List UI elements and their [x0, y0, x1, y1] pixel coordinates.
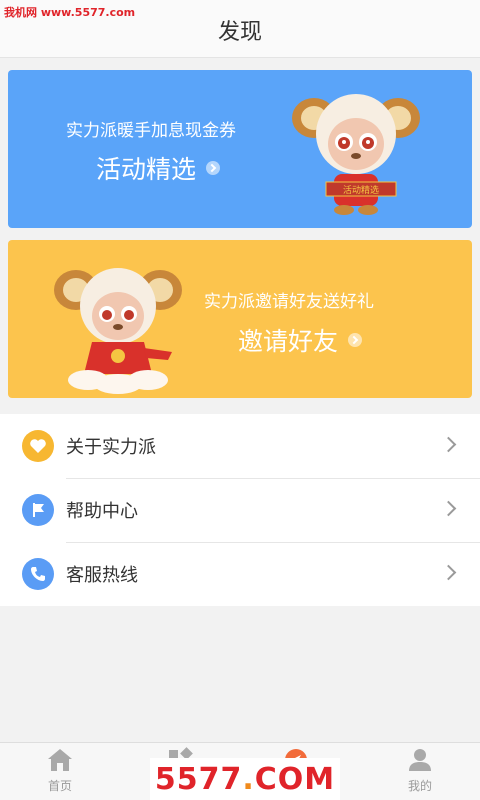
home-icon — [48, 749, 72, 771]
tab-home-label: 首页 — [47, 779, 72, 793]
heart-icon — [22, 430, 54, 462]
chevron-right-icon — [440, 500, 457, 517]
sheep-mascot-illustration: 活动精选 — [292, 94, 420, 215]
chevron-right-icon — [440, 564, 457, 581]
banner-activities-title-text: 活动精选 — [96, 155, 197, 184]
mascot-scroll-text: 活动精选 — [343, 184, 379, 196]
banner-activities-subtitle: 实力派暖手加息现金券 — [66, 121, 236, 141]
banner-invite[interactable]: 实力派邀请好友送好礼 邀请好友 — [8, 240, 472, 398]
watermark-logo-main: 5577 — [154, 761, 243, 797]
flag-icon — [22, 494, 54, 526]
watermark-logo: 5577. COM — [150, 758, 340, 800]
menu-item-hotline-label: 客服热线 — [66, 565, 138, 586]
arrow-right-icon — [348, 333, 363, 347]
sheep-mascot-cloud-illustration — [54, 268, 182, 394]
menu-item-help-label: 帮助中心 — [66, 501, 138, 522]
tab-mine[interactable]: 我的 — [380, 747, 460, 794]
menu-item-help[interactable]: 帮助中心 — [0, 478, 480, 542]
user-icon — [409, 749, 431, 771]
banner-activities-title: 活动精选 — [96, 150, 221, 186]
menu-item-hotline[interactable]: 客服热线 — [0, 542, 480, 606]
phone-icon — [22, 558, 54, 590]
banner-invite-title: 邀请好友 — [238, 322, 363, 358]
tab-mine-label: 我的 — [407, 779, 432, 793]
banner-invite-title-text: 邀请好友 — [238, 327, 339, 356]
watermark-top: 我机网 www.5577.com — [4, 6, 136, 19]
banner-activities[interactable]: 实力派暖手加息现金券 活动精选 活动精选 — [8, 70, 472, 228]
banner-invite-subtitle: 实力派邀请好友送好礼 — [204, 292, 374, 312]
menu-item-about[interactable]: 关于实力派 — [0, 414, 480, 478]
menu-item-about-label: 关于实力派 — [66, 437, 156, 458]
settings-list: 关于实力派 帮助中心 客服热线 — [0, 414, 480, 606]
watermark-logo-dot: . — [242, 761, 255, 797]
watermark-logo-suffix: COM — [254, 761, 336, 797]
tab-home[interactable]: 首页 — [20, 747, 100, 794]
arrow-right-icon — [206, 161, 221, 175]
chevron-right-icon — [440, 436, 457, 453]
